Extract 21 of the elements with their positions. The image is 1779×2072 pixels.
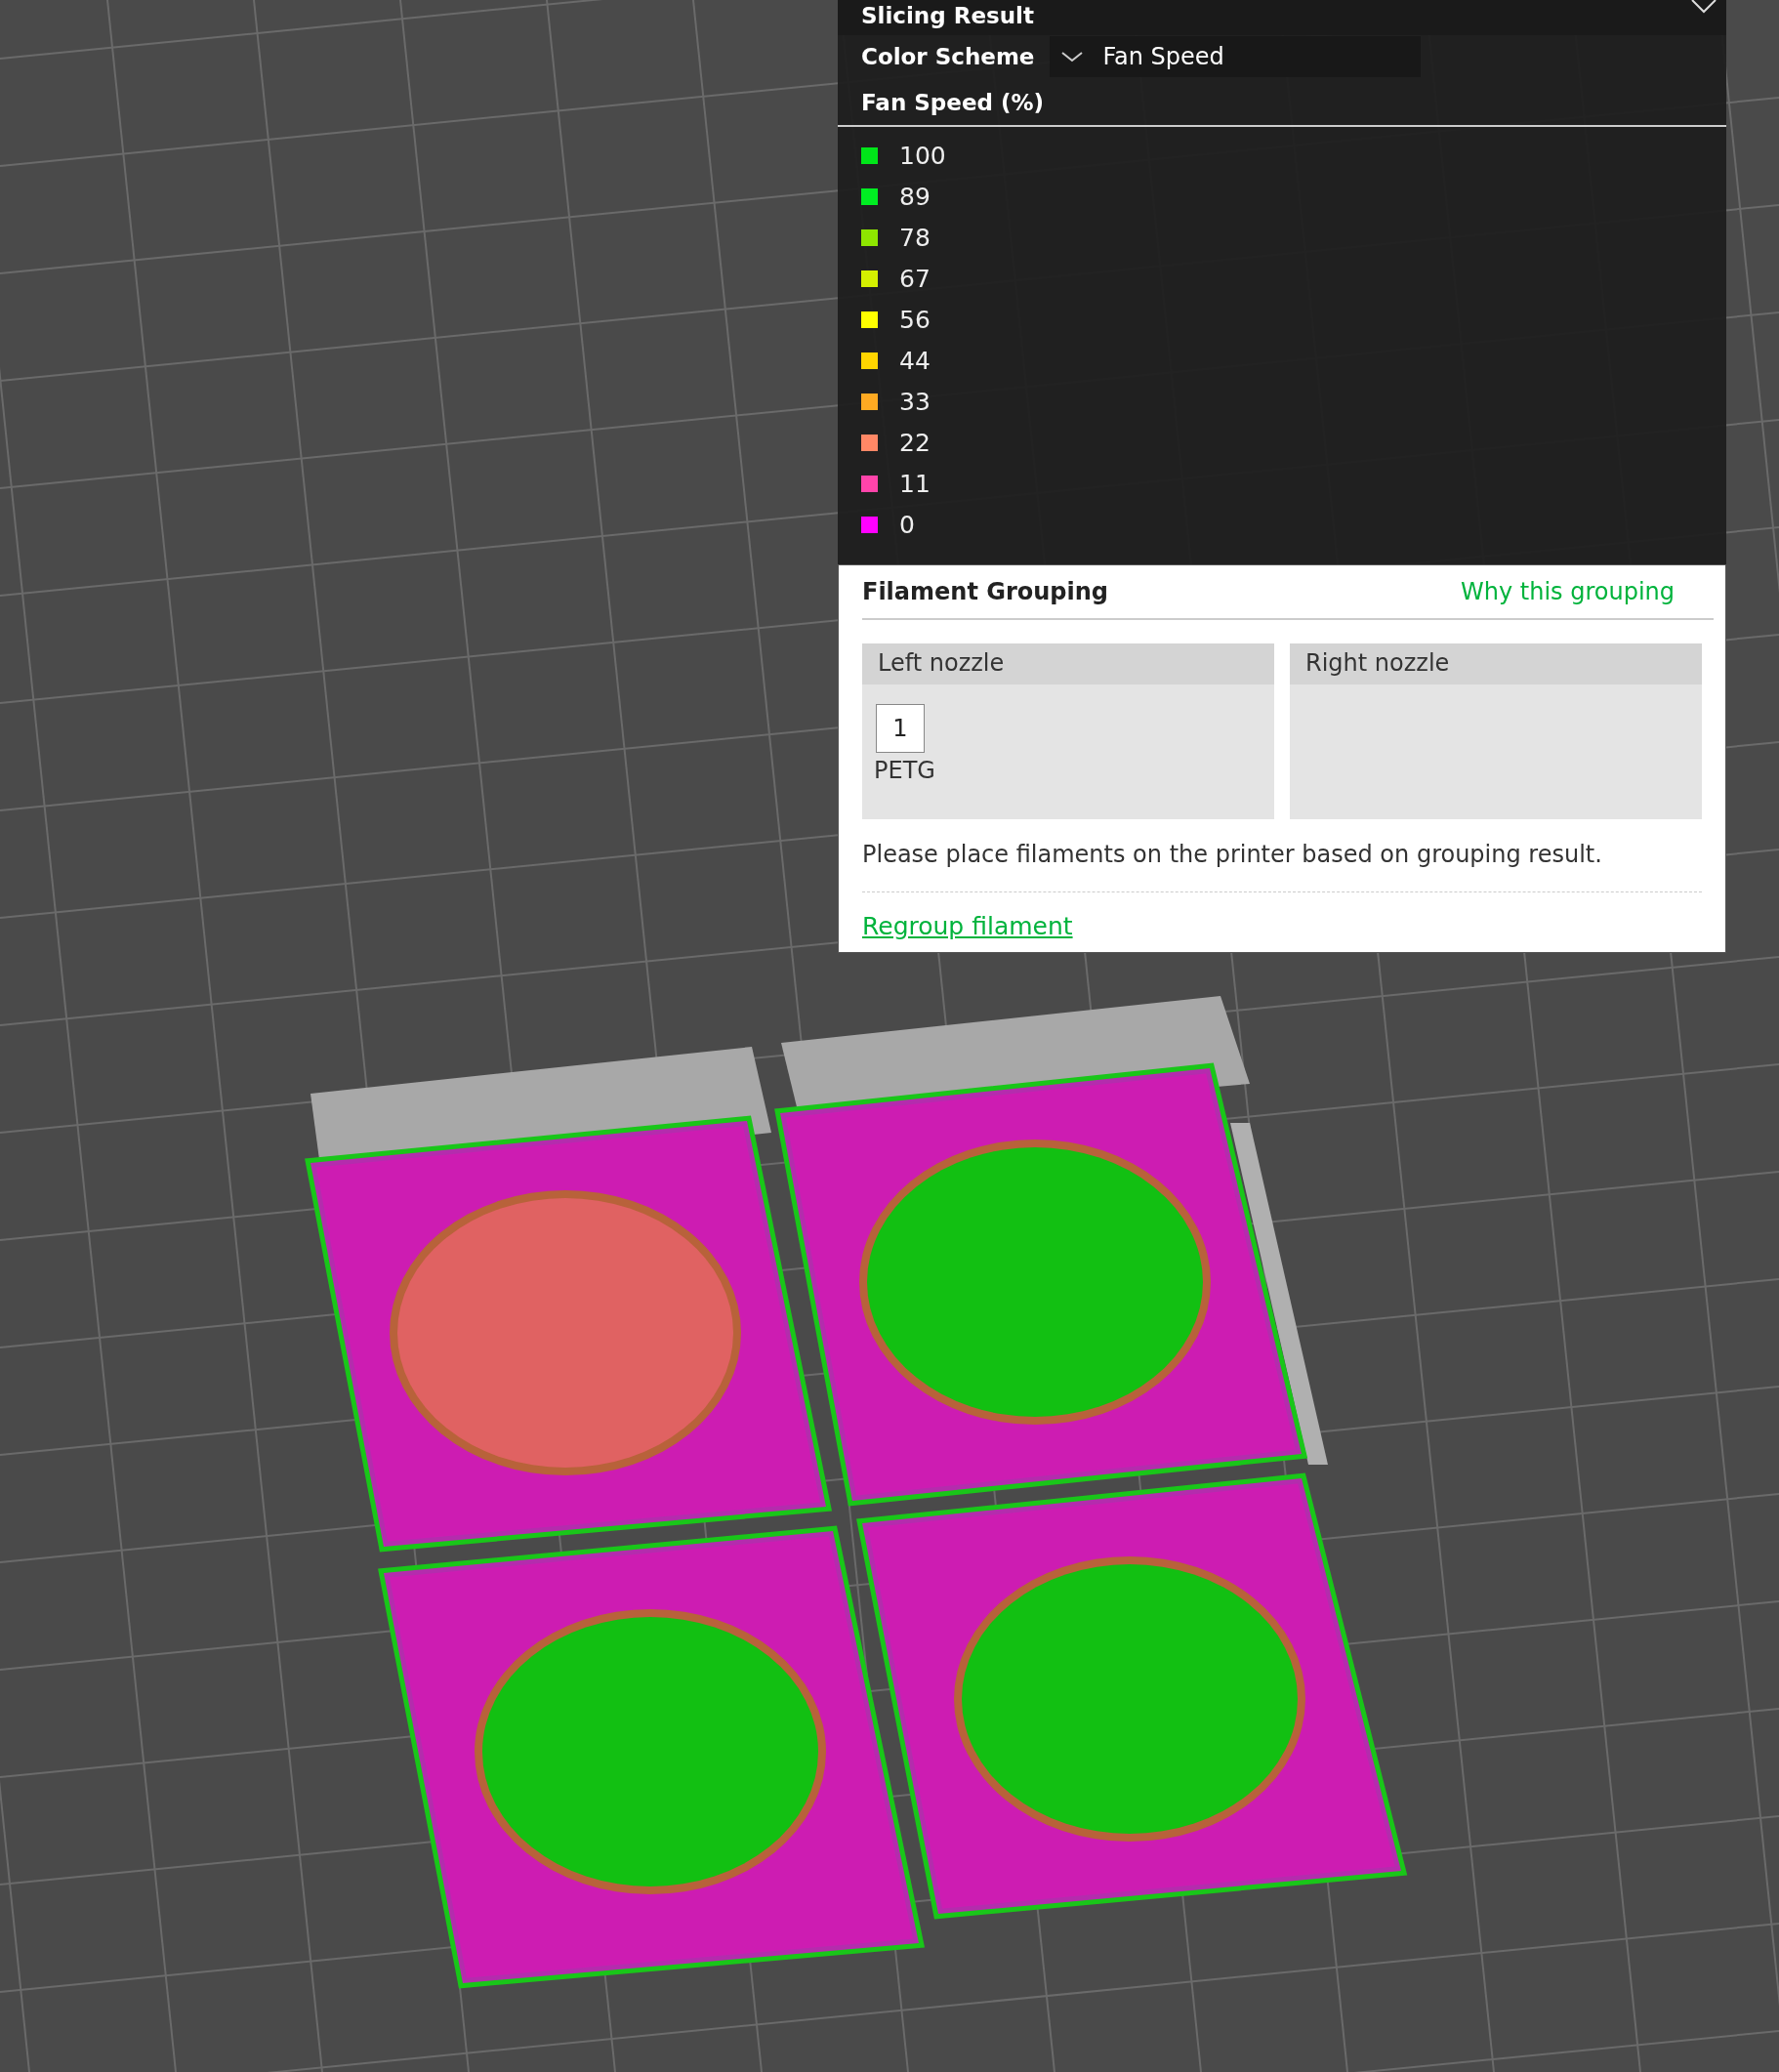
filament-name: PETG xyxy=(874,757,935,784)
grouping-note: Please place filaments on the printer based on grouping result. xyxy=(862,841,1603,868)
legend-value: 44 xyxy=(899,346,931,375)
color-scheme-label: Color Scheme xyxy=(861,44,1035,69)
legend-value: 56 xyxy=(899,305,931,334)
legend-title: Fan Speed (%) xyxy=(838,78,1726,127)
nozzle-header: Right nozzle xyxy=(1290,643,1702,684)
legend-value: 89 xyxy=(899,182,931,211)
color-scheme-dropdown[interactable]: Fan Speed xyxy=(1050,36,1422,77)
panel-title: Slicing Result xyxy=(861,2,1034,29)
legend-value: 22 xyxy=(899,428,931,457)
section-title: Filament Grouping xyxy=(862,578,1109,605)
chevron-down-icon xyxy=(1061,51,1084,62)
filament-slot[interactable]: 1 xyxy=(876,704,925,753)
nozzle-header: Left nozzle xyxy=(862,643,1274,684)
legend-value: 67 xyxy=(899,264,931,293)
legend-value: 0 xyxy=(899,510,915,539)
legend-value: 100 xyxy=(899,141,946,170)
legend-value: 33 xyxy=(899,387,931,416)
legend-value: 11 xyxy=(899,469,931,498)
legend-value: 78 xyxy=(899,223,931,252)
